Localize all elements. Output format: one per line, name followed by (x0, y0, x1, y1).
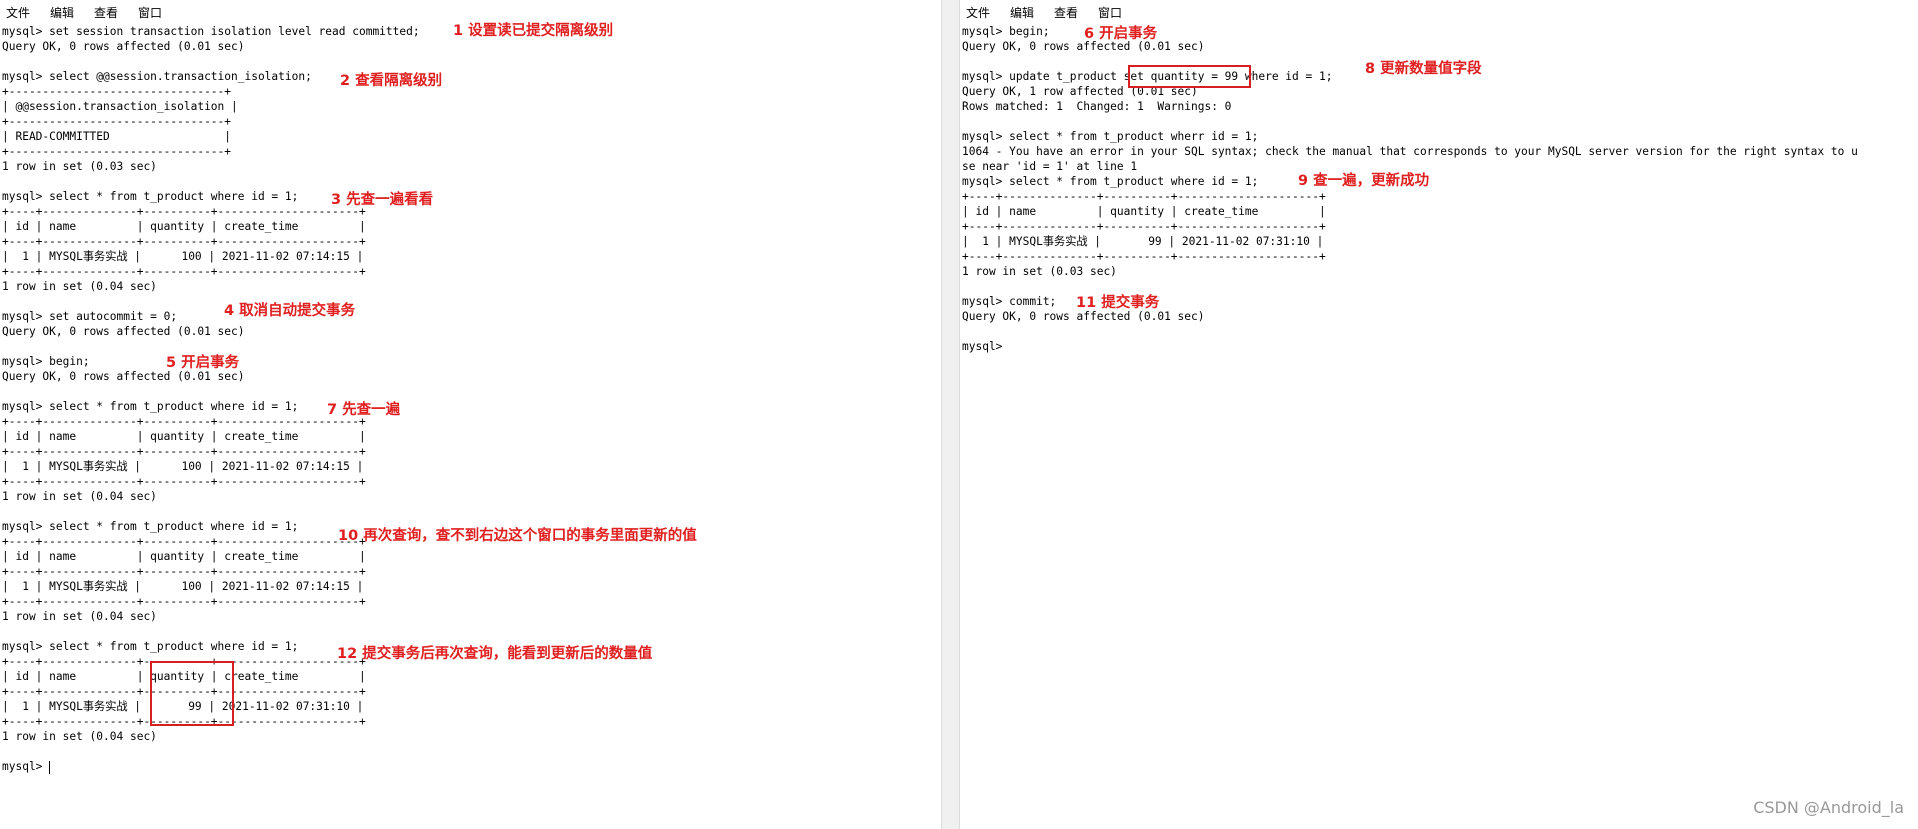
annotation-11: 11 提交事务 (1076, 295, 1160, 311)
left-terminal-line (2, 384, 941, 399)
left-terminal-line: | id | name | quantity | create_time | (2, 670, 366, 683)
right-terminal-line: +----+--------------+----------+--------… (962, 250, 1326, 263)
menu-view[interactable]: 查看 (1048, 4, 1092, 21)
right-terminal-line: mysql> select * from t_product wherr id … (962, 130, 1259, 143)
annotation-10: 10 再次查询，查不到右边这个窗口的事务里面更新的值 (338, 528, 697, 544)
right-terminal-line: +----+--------------+----------+--------… (962, 220, 1326, 233)
left-terminal-line: | id | name | quantity | create_time | (2, 550, 366, 563)
left-terminal-line: mysql> set autocommit = 0; (2, 310, 178, 323)
menu-file[interactable]: 文件 (0, 4, 44, 21)
left-terminal-line: | @@session.transaction_isolation | (2, 100, 238, 113)
menu-edit[interactable]: 编辑 (44, 4, 88, 21)
left-terminal-line (2, 624, 941, 639)
left-terminal-line: Query OK, 0 rows affected (0.01 sec) (2, 40, 245, 53)
left-terminal-line (2, 339, 941, 354)
right-terminal-line: 1064 - You have an error in your SQL syn… (962, 145, 1858, 158)
left-terminal-line: mysql> begin; (2, 355, 90, 368)
left-terminal-line: +----+--------------+----------+--------… (2, 235, 366, 248)
left-terminal-line: 1 row in set (0.04 sec) (2, 490, 157, 503)
annotation-9: 9 查一遍，更新成功 (1298, 173, 1430, 189)
left-terminal-line (2, 294, 941, 309)
left-terminal-line: mysql> select * from t_product where id … (2, 190, 299, 203)
right-terminal-line: | 1 | MYSQL事务实战 | 99 | 2021-11-02 07:31:… (962, 235, 1324, 248)
left-terminal-line: | 1 | MYSQL事务实战 | 100 | 2021-11-02 07:14… (2, 580, 364, 593)
left-terminal-line: +--------------------------------+ (2, 85, 232, 98)
right-terminal-line (962, 324, 1918, 339)
annotation-7: 7 先查一遍 (327, 402, 401, 418)
left-terminal-line (2, 174, 941, 189)
pane-divider[interactable] (941, 0, 960, 829)
left-terminal-line: +----+--------------+----------+--------… (2, 565, 366, 578)
left-terminal-line: | 1 | MYSQL事务实战 | 100 | 2021-11-02 07:14… (2, 460, 364, 473)
annotation-6: 6 开启事务 (1084, 26, 1158, 42)
menu-window[interactable]: 窗口 (1092, 4, 1136, 21)
left-terminal-line: mysql> select @@session.transaction_isol… (2, 70, 312, 83)
left-terminal-window[interactable]: 文件 编辑 查看 窗口 mysql> set session transacti… (0, 0, 941, 829)
text-cursor (49, 760, 51, 774)
left-terminal-line: +----+--------------+----------+--------… (2, 415, 366, 428)
right-terminal-line (962, 279, 1918, 294)
annotation-4: 4 取消自动提交事务 (224, 303, 356, 319)
quantity-highlight-box (150, 661, 234, 726)
left-terminal-line: +--------------------------------+ (2, 115, 232, 128)
left-terminal-line: +----+--------------+----------+--------… (2, 265, 366, 278)
right-terminal-line: mysql> (962, 340, 1010, 353)
left-terminal-line (2, 54, 941, 69)
annotation-3: 3 先查一遍看看 (331, 192, 434, 208)
left-terminal-line: 1 row in set (0.04 sec) (2, 730, 157, 743)
right-terminal-line: se near 'id = 1' at line 1 (962, 160, 1138, 173)
left-terminal-line: 1 row in set (0.04 sec) (2, 280, 157, 293)
annotation-8: 8 更新数量值字段 (1365, 61, 1482, 77)
left-terminal-line (2, 744, 941, 759)
left-terminal-line: +--------------------------------+ (2, 145, 232, 158)
left-terminal-line: | id | name | quantity | create_time | (2, 220, 366, 233)
menu-edit[interactable]: 编辑 (1004, 4, 1048, 21)
left-terminal-line: +----+--------------+----------+--------… (2, 475, 366, 488)
update-highlight-box (1128, 65, 1251, 88)
right-terminal-line: | id | name | quantity | create_time | (962, 205, 1326, 218)
menu-file[interactable]: 文件 (960, 4, 1004, 21)
right-terminal-line: +----+--------------+----------+--------… (962, 190, 1326, 203)
left-terminal-line: 1 row in set (0.04 sec) (2, 610, 157, 623)
left-terminal-line: mysql> select * from t_product where id … (2, 400, 299, 413)
menu-view[interactable]: 查看 (88, 4, 132, 21)
left-terminal-line: | id | name | quantity | create_time | (2, 430, 366, 443)
right-terminal-line: mysql> select * from t_product where id … (962, 175, 1259, 188)
left-terminal-line: +----+--------------+----------+--------… (2, 205, 366, 218)
menu-window[interactable]: 窗口 (132, 4, 176, 21)
annotation-2: 2 查看隔离级别 (340, 73, 443, 89)
right-terminal-line: Rows matched: 1 Changed: 1 Warnings: 0 (962, 100, 1232, 113)
left-terminal-line: +----+--------------+----------+--------… (2, 445, 366, 458)
left-terminal-line: +----+--------------+----------+--------… (2, 685, 366, 698)
right-terminal-line: 1 row in set (0.03 sec) (962, 265, 1117, 278)
annotation-12: 12 提交事务后再次查询，能看到更新后的数量值 (337, 646, 653, 662)
right-terminal-line (962, 114, 1918, 129)
left-terminal-line: +----+--------------+----------+--------… (2, 595, 366, 608)
left-terminal-line: | READ-COMMITTED | (2, 130, 232, 143)
left-terminal-line (2, 504, 941, 519)
left-terminal-line: mysql> (2, 760, 51, 774)
left-terminal-line: | 1 | MYSQL事务实战 | 100 | 2021-11-02 07:14… (2, 250, 364, 263)
left-terminal-line: +----+--------------+----------+--------… (2, 715, 366, 728)
annotation-5: 5 开启事务 (166, 355, 240, 371)
annotation-1: 1 设置读已提交隔离级别 (453, 23, 614, 39)
watermark: CSDN @Android_la (1753, 798, 1904, 817)
left-menubar: 文件 编辑 查看 窗口 (0, 0, 941, 24)
right-terminal-line: Query OK, 1 row affected (0.01 sec) (962, 85, 1198, 98)
left-terminal-line: Query OK, 0 rows affected (0.01 sec) (2, 325, 245, 338)
right-terminal-window[interactable]: 文件 编辑 查看 窗口 mysql> begin; Query OK, 0 row… (960, 0, 1918, 829)
right-menubar: 文件 编辑 查看 窗口 (960, 0, 1918, 24)
left-terminal-line: 1 row in set (0.03 sec) (2, 160, 157, 173)
left-terminal-line: Query OK, 0 rows affected (0.01 sec) (2, 370, 245, 383)
left-terminal-line: | 1 | MYSQL事务实战 | 99 | 2021-11-02 07:31:… (2, 700, 364, 713)
